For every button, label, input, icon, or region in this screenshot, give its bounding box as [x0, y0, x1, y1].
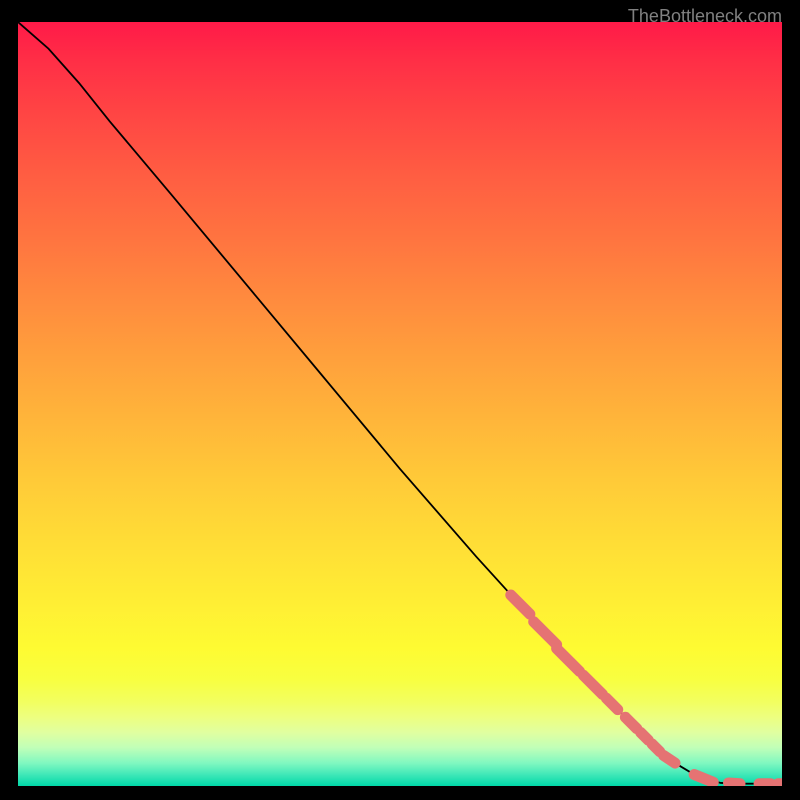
chart-container: [18, 22, 782, 786]
plot-gradient-background: [18, 22, 782, 786]
